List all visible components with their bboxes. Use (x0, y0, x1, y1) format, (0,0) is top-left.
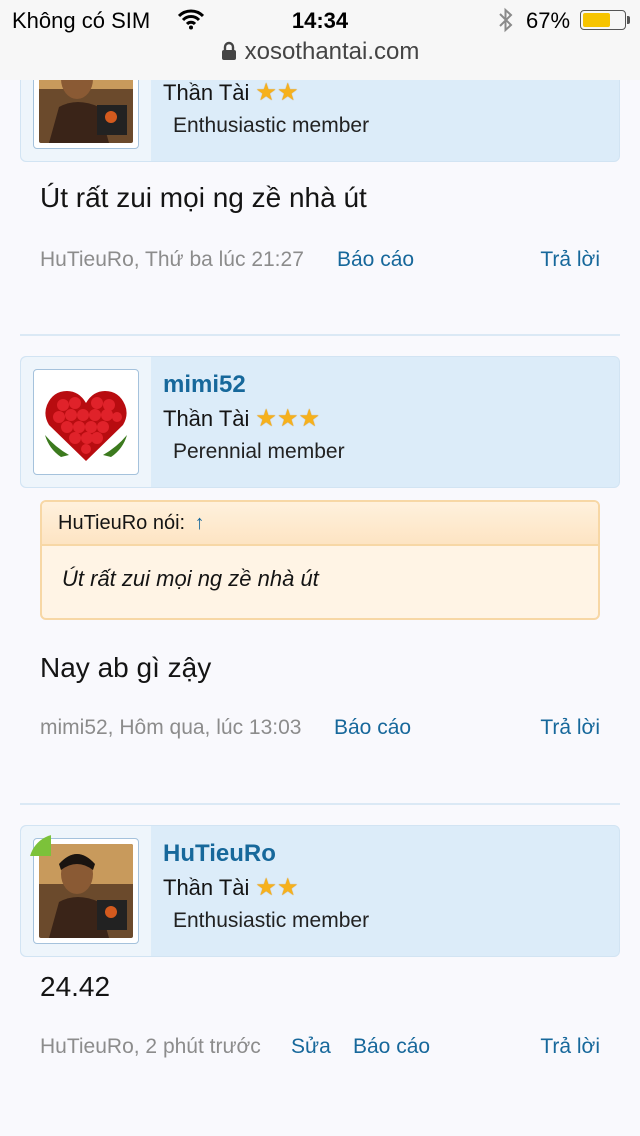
user-rank: Enthusiastic member (173, 114, 370, 137)
rank-stars: ★ ★ (255, 81, 298, 105)
user-info: HuTieuRo Thần Tài ★ ★ Enthusiastic member (20, 825, 620, 957)
reply-link[interactable]: Trả lời (540, 248, 600, 272)
quote-header: HuTieuRo nói: ↑ (42, 502, 598, 546)
user-title: Thần Tài ★ ★ ★ (163, 405, 320, 432)
message-meta: HuTieuRo, 2 phút trước (40, 1035, 261, 1058)
user-rank: Enthusiastic member (173, 909, 370, 932)
username[interactable]: HuTieuRo (163, 840, 276, 868)
report-link[interactable]: Báo cáo (353, 1035, 430, 1059)
lock-icon (221, 40, 237, 68)
star-icon: ★ (255, 405, 277, 432)
online-indicator-icon (29, 834, 51, 856)
message-text: 24.42 (40, 971, 111, 1002)
avatar[interactable] (33, 369, 139, 475)
bluetooth-icon (497, 7, 515, 38)
star-icon: ★ (255, 79, 277, 106)
star-icon: ★ (298, 405, 320, 432)
star-icon: ★ (276, 405, 299, 432)
jump-to-quote-icon[interactable]: ↑ (195, 512, 205, 534)
user-rank: Perennial member (173, 440, 345, 463)
star-icon: ★ (255, 874, 277, 901)
battery-level (583, 13, 610, 27)
avatar-image (39, 375, 133, 469)
user-info: mimi52 Thần Tài ★ ★ ★ Perennial member (20, 356, 620, 488)
post: mimi52 Thần Tài ★ ★ ★ Perennial member HuT… (20, 356, 620, 739)
star-icon: ★ (276, 79, 299, 106)
user-title: Thần Tài ★ ★ (163, 874, 299, 901)
reply-link[interactable]: Trả lời (540, 1035, 600, 1059)
reply-link[interactable]: Trả lời (540, 716, 600, 740)
user-title: Thần Tài ★ ★ (163, 79, 299, 106)
username[interactable]: mimi52 (163, 371, 246, 399)
divider (20, 803, 620, 805)
quote-author: HuTieuRo nói: (58, 512, 186, 534)
edit-link[interactable]: Sửa (291, 1035, 331, 1059)
address-bar[interactable]: xosothantai.com (0, 38, 640, 68)
rank-stars: ★ ★ (255, 876, 298, 900)
battery-icon (580, 10, 630, 30)
battery-percent: 67% (526, 8, 571, 33)
quote-block: HuTieuRo nói: ↑ Út rất zui mọi ng zề nhà… (40, 500, 600, 620)
status-bar: Không có SIM 14:34 67% xosothantai.com (0, 0, 640, 80)
post: HuTieuRo Thần Tài ★ ★ Enthusiastic member… (20, 825, 620, 1058)
quote-text: Út rất zui mọi ng zề nhà út (62, 566, 319, 591)
message-text: Út rất zui mọi ng zề nhà út (40, 182, 367, 213)
rank-stars: ★ ★ ★ (255, 407, 320, 431)
url-text: xosothantai.com (244, 38, 420, 65)
star-icon: ★ (276, 874, 299, 901)
report-link[interactable]: Báo cáo (334, 716, 411, 740)
avatar-image (39, 844, 133, 938)
divider (20, 334, 620, 336)
message-meta: HuTieuRo, Thứ ba lúc 21:27 (40, 248, 304, 271)
message-meta: mimi52, Hôm qua, lúc 13:03 (40, 716, 302, 739)
message-text: Nay ab gì zậy (40, 652, 212, 683)
report-link[interactable]: Báo cáo (337, 248, 414, 272)
